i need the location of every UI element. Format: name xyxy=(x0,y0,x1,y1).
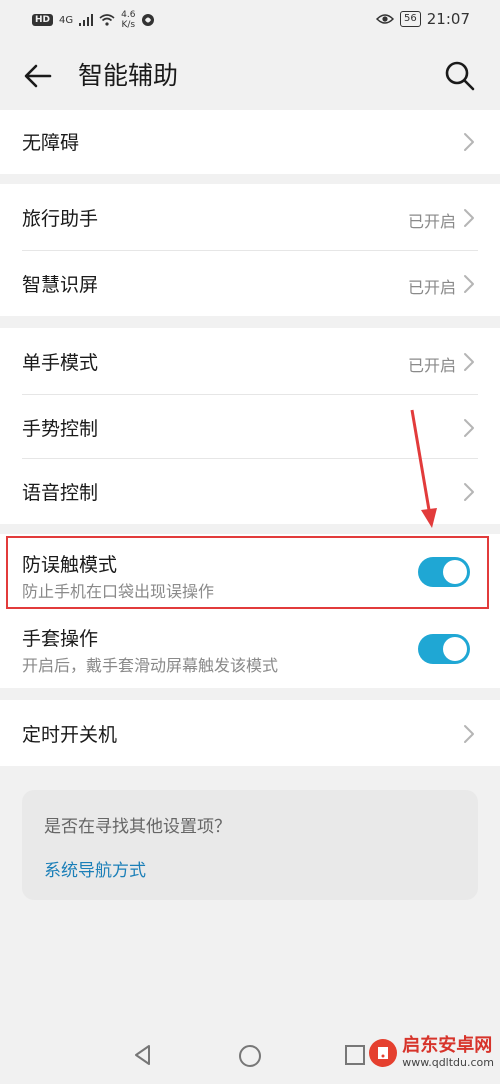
back-arrow-icon[interactable] xyxy=(20,58,56,94)
eye-comfort-icon xyxy=(376,14,395,24)
network-type: 4G xyxy=(59,14,74,26)
settings-row-voice[interactable]: 语音控制 xyxy=(0,458,500,524)
nav-recents-icon[interactable] xyxy=(344,1044,366,1066)
settings-row-travel-assistant[interactable]: 旅行助手 已开启 xyxy=(0,184,500,250)
assistant-card: 旅行助手 已开启 智慧识屏 已开启 xyxy=(0,184,500,316)
chevron-right-icon xyxy=(464,133,474,151)
chevron-right-icon xyxy=(464,725,474,743)
page-title: 智能辅助 xyxy=(78,61,179,90)
wifi-icon xyxy=(99,14,115,26)
status-left: HD 4G 4.6 K/s xyxy=(32,10,155,30)
battery-level: 56 xyxy=(400,11,421,27)
settings-row-glove-mode[interactable]: 手套操作 开启后，戴手套滑动屏幕触发该模式 xyxy=(0,610,500,686)
signal-icon xyxy=(79,14,94,26)
chevron-right-icon xyxy=(464,353,474,371)
row-label: 手套操作 xyxy=(22,628,99,650)
hd-badge: HD xyxy=(32,14,54,26)
row-label: 单手模式 xyxy=(22,352,99,374)
row-status: 已开启 xyxy=(407,212,456,231)
control-card: 单手模式 已开启 手势控制 语音控制 xyxy=(0,328,500,524)
nav-back-icon[interactable] xyxy=(132,1044,154,1066)
speed-unit: K/s xyxy=(121,20,136,30)
app-notification-icon xyxy=(142,14,155,26)
network-speed: 4.6 K/s xyxy=(121,10,135,30)
accessibility-card: 无障碍 xyxy=(0,110,500,174)
watermark-url: www.qdltdu.com xyxy=(402,1056,494,1069)
settings-row-smart-screen[interactable]: 智慧识屏 已开启 xyxy=(0,250,500,316)
row-label: 智慧识屏 xyxy=(22,274,99,296)
settings-row-one-hand[interactable]: 单手模式 已开启 xyxy=(0,328,500,394)
timer-card: 定时开关机 xyxy=(0,700,500,766)
nav-home-icon[interactable] xyxy=(238,1044,262,1068)
watermark-brand: 启东安卓网 xyxy=(402,1035,493,1056)
search-icon[interactable] xyxy=(442,58,478,94)
watermark-text: 启东安卓网 www.qdltdu.com xyxy=(402,1035,494,1070)
glove-mode-toggle[interactable] xyxy=(418,634,470,664)
row-label: 定时开关机 xyxy=(22,724,118,746)
app-bar: 智能辅助 xyxy=(0,42,500,110)
row-label: 手势控制 xyxy=(22,418,99,440)
chevron-right-icon xyxy=(464,209,474,227)
settings-row-gesture[interactable]: 手势控制 xyxy=(0,394,500,458)
highlight-box xyxy=(6,536,489,609)
settings-row-accessibility[interactable]: 无障碍 xyxy=(0,110,500,174)
row-label: 无障碍 xyxy=(22,132,80,154)
speed-value: 4.6 xyxy=(121,10,136,20)
row-label: 旅行助手 xyxy=(22,208,99,230)
status-time: 21:07 xyxy=(426,10,470,28)
row-subtitle: 开启后，戴手套滑动屏幕触发该模式 xyxy=(22,656,279,675)
watermark: 启东安卓网 www.qdltdu.com xyxy=(368,1036,494,1069)
row-label: 语音控制 xyxy=(22,482,99,504)
row-status: 已开启 xyxy=(407,356,456,375)
chevron-right-icon xyxy=(464,483,474,501)
status-bar: HD 4G 4.6 K/s 56 21:07 xyxy=(0,0,500,42)
toggle-knob xyxy=(443,637,467,661)
watermark-logo-icon xyxy=(369,1038,398,1067)
suggestion-link[interactable]: 系统导航方式 xyxy=(44,856,146,881)
row-status: 已开启 xyxy=(407,278,456,297)
suggestion-box: 是否在寻找其他设置项？ 系统导航方式 xyxy=(22,790,478,900)
chevron-right-icon xyxy=(464,419,474,437)
chevron-right-icon xyxy=(464,275,474,293)
status-right: 56 21:07 xyxy=(376,10,470,28)
settings-row-scheduled-power[interactable]: 定时开关机 xyxy=(0,700,500,766)
suggestion-question: 是否在寻找其他设置项？ xyxy=(44,817,231,837)
